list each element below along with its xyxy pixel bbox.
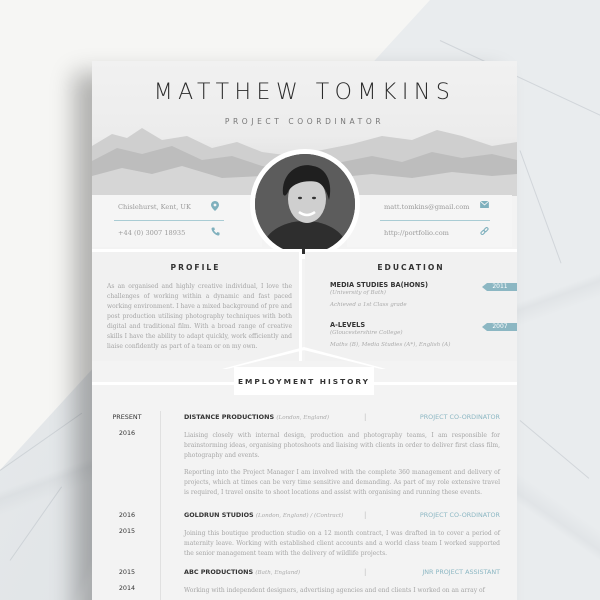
- education-year-badge: 2011: [482, 283, 517, 291]
- job-date-start: 2014: [118, 584, 136, 592]
- education-item: A-LEVELS (Gloucestershire College) Maths…: [330, 321, 517, 348]
- contact-address-row: Chislehurst, Kent, UK: [92, 195, 262, 219]
- timeline-line: [160, 411, 161, 600]
- job-company: ABC PRODUCTIONS (Bath, England): [184, 568, 300, 576]
- profile-photo: [250, 149, 360, 259]
- job-position: PROJECT CO-ORDINATOR: [419, 413, 500, 421]
- employment-heading: EMPLOYMENT HISTORY: [237, 377, 371, 386]
- employment-heading-box: EMPLOYMENT HISTORY: [234, 367, 374, 395]
- job-location: (London, England): [276, 415, 330, 421]
- job-date-end: 2016: [118, 511, 136, 519]
- avatar: [255, 154, 355, 254]
- map-pin-icon: [210, 201, 220, 211]
- phone-icon: [210, 227, 220, 237]
- envelope-icon: [479, 200, 489, 211]
- contact-right-box: matt.tomkins@gmail.com http://portfolio.…: [347, 195, 512, 247]
- job-company-name: GOLDRUN STUDIOS: [184, 511, 254, 519]
- job-separator: |: [364, 511, 367, 519]
- resume-name: MATTHEW TOMKINS: [153, 80, 456, 105]
- job-position: PROJECT CO-ORDINATOR: [419, 511, 500, 519]
- profile-section: PROFILE As an organised and highly creat…: [92, 249, 302, 361]
- job-company-name: DISTANCE PRODUCTIONS: [184, 413, 275, 421]
- contact-left-box: Chislehurst, Kent, UK +44 (0) 3007 18935: [92, 195, 262, 247]
- contact-email[interactable]: matt.tomkins@gmail.com: [384, 203, 469, 211]
- job-date-start: 2016: [118, 429, 136, 437]
- job-description: Liaising closely with internal design, p…: [184, 432, 500, 459]
- profile-text: As an organised and highly creative indi…: [107, 283, 292, 350]
- job-date-end: 2015: [118, 568, 136, 576]
- job-description: Joining this boutique production studio …: [184, 530, 500, 557]
- job-company: DISTANCE PRODUCTIONS (London, England): [184, 413, 329, 421]
- education-school: (Gloucestershire College): [330, 330, 403, 336]
- education-heading: EDUCATION: [377, 263, 445, 272]
- contact-phone: +44 (0) 3007 18935: [118, 229, 186, 237]
- resume-sheet: MATTHEW TOMKINS PROJECT COORDINATOR Chis…: [92, 61, 517, 600]
- contact-website-row: http://portfolio.com: [347, 221, 512, 245]
- education-note: Maths (B), Media Studies (A*), English (…: [330, 342, 451, 348]
- job-separator: |: [364, 568, 367, 576]
- link-icon: [479, 227, 489, 237]
- job-separator: |: [364, 413, 367, 421]
- job-location: (London, England) / (Contract): [255, 513, 344, 519]
- education-item: MEDIA STUDIES BA(HONS) (University of Ba…: [330, 281, 517, 308]
- job-company: GOLDRUN STUDIOS (London, England) / (Con…: [184, 511, 343, 519]
- job-company-name: ABC PRODUCTIONS: [184, 568, 254, 576]
- contact-website[interactable]: http://portfolio.com: [384, 229, 449, 237]
- contact-address: Chislehurst, Kent, UK: [118, 203, 191, 211]
- job-description: Working with independent designers, adve…: [184, 587, 485, 594]
- education-section: EDUCATION MEDIA STUDIES BA(HONS) (Univer…: [305, 249, 517, 361]
- contact-email-row: matt.tomkins@gmail.com: [347, 195, 512, 219]
- job-position: JNR PROJECT ASSISTANT: [422, 568, 500, 576]
- job-date-end: PRESENT: [112, 413, 142, 421]
- job-description: Reporting into the Project Manager I am …: [184, 469, 500, 496]
- job-date-start: 2015: [118, 527, 136, 535]
- contact-phone-row: +44 (0) 3007 18935: [92, 221, 262, 245]
- job-location: (Bath, England): [255, 570, 301, 576]
- resume-role: PROJECT COORDINATOR: [224, 117, 385, 126]
- education-school: (University of Bath): [330, 290, 386, 296]
- education-year-badge: 2007: [482, 323, 517, 331]
- education-note: Achieved a 1st Class grade: [330, 302, 407, 308]
- profile-heading: PROFILE: [170, 263, 221, 272]
